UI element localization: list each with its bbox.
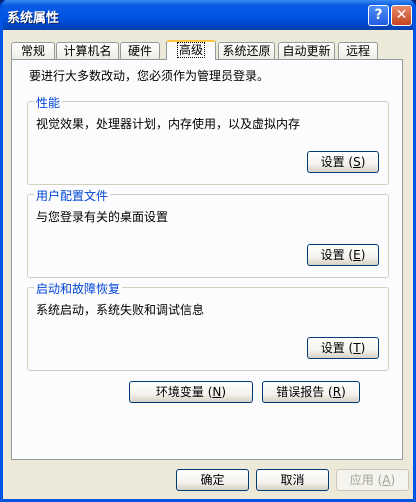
- environment-variables-button[interactable]: 环境变量 (N): [129, 381, 253, 403]
- performance-group-title: 性能: [34, 94, 63, 111]
- error-reporting-button[interactable]: 错误报告 (R): [262, 381, 360, 403]
- apply-accel: A: [382, 473, 391, 487]
- performance-desc: 视觉效果，处理器计划，内存使用，以及虚拟内存: [36, 117, 301, 131]
- close-icon[interactable]: ✕: [391, 5, 412, 26]
- startup-recovery-group: 启动和故障恢复 系统启动，系统失败和调试信息 设置 (T): [27, 280, 389, 371]
- tab-system-restore[interactable]: 系统还原: [218, 42, 275, 59]
- tab-advanced-label: 高级: [176, 42, 205, 58]
- performance-settings-button[interactable]: 设置 (S): [307, 151, 379, 173]
- tab-hardware[interactable]: 硬件: [120, 42, 160, 59]
- title-bar[interactable]: 系统属性 ? ✕: [3, 0, 413, 30]
- window-title: 系统属性: [7, 11, 60, 26]
- help-icon[interactable]: ?: [368, 5, 389, 26]
- startup-recovery-settings-button[interactable]: 设置 (T): [307, 337, 379, 359]
- system-properties-window: 系统属性 ? ✕ 常规 计算机名 硬件 高级 系统还原 自动更新 远程 要进行大…: [0, 0, 416, 502]
- error-reporting-accel: R: [332, 385, 342, 399]
- ok-button[interactable]: 确定: [176, 469, 249, 491]
- tab-advanced[interactable]: 高级: [166, 40, 216, 60]
- user-profiles-desc: 与您登录有关的桌面设置: [36, 210, 169, 224]
- environment-variables-accel: N: [212, 385, 222, 399]
- tab-computer-name[interactable]: 计算机名: [56, 42, 119, 59]
- admin-notice: 要进行大多数改动，您必须作为管理员登录。: [29, 69, 270, 83]
- startup-recovery-settings-accel: T: [353, 341, 361, 355]
- error-reporting-label: 错误报告: [276, 385, 325, 399]
- tab-remote[interactable]: 远程: [338, 42, 378, 59]
- performance-settings-label: 设置: [320, 155, 345, 169]
- startup-recovery-group-title: 启动和故障恢复: [34, 280, 123, 297]
- user-profiles-group-title: 用户配置文件: [34, 187, 111, 204]
- tab-general[interactable]: 常规: [11, 42, 55, 59]
- environment-variables-label: 环境变量: [155, 385, 204, 399]
- user-profiles-group: 用户配置文件 与您登录有关的桌面设置 设置 (E): [27, 187, 389, 278]
- tab-auto-update[interactable]: 自动更新: [278, 42, 335, 59]
- performance-settings-accel: S: [353, 155, 361, 169]
- cancel-button[interactable]: 取消: [256, 469, 329, 491]
- user-profiles-settings-accel: E: [353, 248, 361, 262]
- user-profiles-settings-button[interactable]: 设置 (E): [307, 244, 379, 266]
- apply-label: 应用: [349, 473, 374, 487]
- apply-button[interactable]: 应用 (A): [336, 469, 409, 491]
- user-profiles-settings-label: 设置: [320, 248, 345, 262]
- performance-group: 性能 视觉效果，处理器计划，内存使用，以及虚拟内存 设置 (S): [27, 94, 389, 185]
- startup-recovery-settings-label: 设置: [320, 341, 345, 355]
- startup-recovery-desc: 系统启动，系统失败和调试信息: [36, 303, 205, 317]
- advanced-tab-panel: 要进行大多数改动，您必须作为管理员登录。 性能 视觉效果，处理器计划，内存使用，…: [11, 59, 403, 460]
